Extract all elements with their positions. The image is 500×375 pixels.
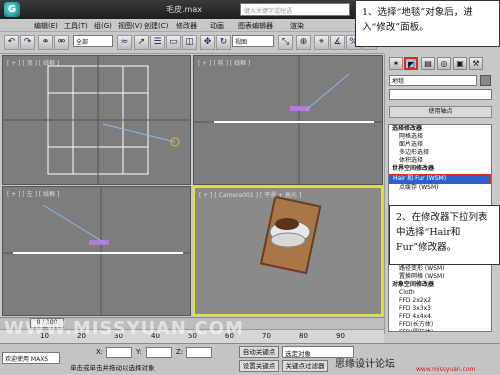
reference-coordinate-dropdown[interactable]: 视图 [232,35,274,47]
snap-icon[interactable]: ⌖ [314,35,329,50]
link-icon[interactable]: ⚭ [38,35,53,50]
select-by-name-icon[interactable]: ☰ [150,35,165,50]
bind-icon[interactable]: ≈ [117,35,132,50]
x-coord-field[interactable] [106,347,132,358]
viewport-camera[interactable]: [ + ] [ Camera001 ] [ 平滑 + 高光 ] [193,186,383,316]
modifier-category: 选择修改器 [392,125,423,132]
app-logo[interactable]: G [4,2,20,17]
modifier-category: 世界空间修改器 [392,165,435,173]
modifier-item[interactable]: 网格选择 [389,133,491,141]
left-view-wireframe [3,187,190,315]
modifier-item[interactable]: 路径变形 (WSM) [389,265,491,273]
callout-step1: 1、选择“地毯”对象后，进入“修改”面板。 [355,0,500,47]
maxscript-listener[interactable]: 欢迎使用 MAXS [2,352,60,364]
hierarchy-tab-icon[interactable]: ▤ [421,57,435,70]
modify-tab-icon[interactable]: ◩ [404,57,418,70]
front-view-wireframe [194,56,382,184]
prompt-line: 单击或单击并拖动以选择对象 [70,364,155,372]
select-icon[interactable]: ➚ [134,35,149,50]
key-filters-button[interactable]: 关键点过滤器 [282,360,328,372]
menu-item[interactable]: 修改器 [176,21,197,31]
menu-item[interactable]: 工具(T) [64,21,88,31]
modifier-item[interactable]: 点缓存 (WSM) [389,184,491,192]
z-coord-field[interactable] [186,347,212,358]
main-toolbar: ↶↷⚭⚮≈➚☰▭◫✥↻⤡⊕⌖∡%⇋ [0,32,384,54]
timeline-tick-label: 80 [299,332,308,340]
x-coord-label: X: [96,348,104,356]
menu-item[interactable]: 渲染 [290,21,304,31]
move-icon[interactable]: ✥ [200,35,215,50]
rotate-icon[interactable]: ↻ [216,35,231,50]
modifier-item[interactable]: FFD 2x2x2 [389,297,491,305]
watermark-site: WWW.MISSYUAN.COM [4,318,245,339]
viewport-label[interactable]: [ + ] [ 前 ] [ 线框 ] [198,58,250,67]
timeline-tick-label: 90 [336,332,345,340]
viewport-front[interactable]: [ + ] [ 前 ] [ 线框 ] [193,55,383,185]
set-key-button[interactable]: 设置关键点 [239,360,279,372]
utilities-tab-icon[interactable]: ⚒ [469,57,483,70]
selection-filter-dropdown[interactable]: 全部 [73,35,113,47]
modifier-item[interactable]: Cloth [389,289,491,297]
motion-tab-icon[interactable]: ◎ [437,57,451,70]
y-coord-label: Y: [136,348,142,356]
search-input[interactable]: 键入关键字或短语 [240,3,350,16]
document-title: 毛皮.max [166,5,202,14]
create-tab-icon[interactable]: ✶ [389,57,403,70]
menu-item[interactable]: 创建(C) [144,21,168,31]
menu-item[interactable]: 组(G) [94,21,112,31]
modifier-item[interactable]: FFD 3x3x3 [389,305,491,313]
angle-snap-icon[interactable]: ∡ [330,35,345,50]
modifier-item-selected[interactable]: Hair 和 Fur (WSM) [389,173,491,184]
callout-step2: 2、在修改器下拉列表中选择“Hair和 Fur”修改器。 [389,205,500,265]
modifier-category: 对象空间修改器 [392,280,435,288]
undo-icon[interactable]: ↶ [4,35,19,50]
display-tab-icon[interactable]: ▣ [453,57,467,70]
watermark-logo-text: 思缘设计论坛 [335,359,395,370]
viewport-label[interactable]: [ + ] [ 顶 ] [ 线框 ] [7,58,59,67]
use-pivot-button[interactable]: 使用轴点 [389,106,492,118]
redo-icon[interactable]: ↷ [20,35,35,50]
viewport-label[interactable]: [ + ] [ Camera001 ] [ 平滑 + 高光 ] [199,190,301,199]
camera-render [259,195,322,275]
timeline-tick-label: 70 [262,332,271,340]
menu-bar: 编辑(E) 工具(T) 组(G) 视图(V) 创建(C) 修改器 动画 图表编辑器 渲染 [0,19,355,32]
modifier-list-dropdown[interactable] [389,89,492,100]
y-coord-field[interactable] [146,347,172,358]
menu-item[interactable]: 动画 [210,21,224,31]
unlink-icon[interactable]: ⚮ [54,35,69,50]
menu-item[interactable]: 视图(V) [118,21,142,31]
region-select-icon[interactable]: ▭ [166,35,181,50]
watermark-site2: www.missyuan.com [416,366,476,373]
object-name-field[interactable]: 地毯 [389,75,477,86]
modifier-item[interactable]: 置换网格 (WSM) [389,273,491,281]
window-crossing-icon[interactable]: ◫ [182,35,197,50]
viewport-top[interactable]: [ + ] [ 顶 ] [ 线框 ] [2,55,191,185]
scale-icon[interactable]: ⤡ [278,35,293,50]
object-color-swatch[interactable] [480,75,491,86]
viewport-label[interactable]: [ + ] [ 左 ] [ 线框 ] [7,189,59,198]
z-coord-label: Z: [176,348,184,356]
menu-item[interactable]: 图表编辑器 [238,21,273,31]
viewport-left[interactable]: [ + ] [ 左 ] [ 线框 ] [2,186,191,316]
modifier-item[interactable]: FFD(圆柱体) [389,329,491,331]
top-view-wireframe [3,56,190,184]
menu-item[interactable]: 编辑(E) [34,21,58,31]
auto-key-button[interactable]: 自动关键点 [239,346,279,358]
pivot-icon[interactable]: ⊕ [296,35,311,50]
modifier-item[interactable] [389,192,491,200]
